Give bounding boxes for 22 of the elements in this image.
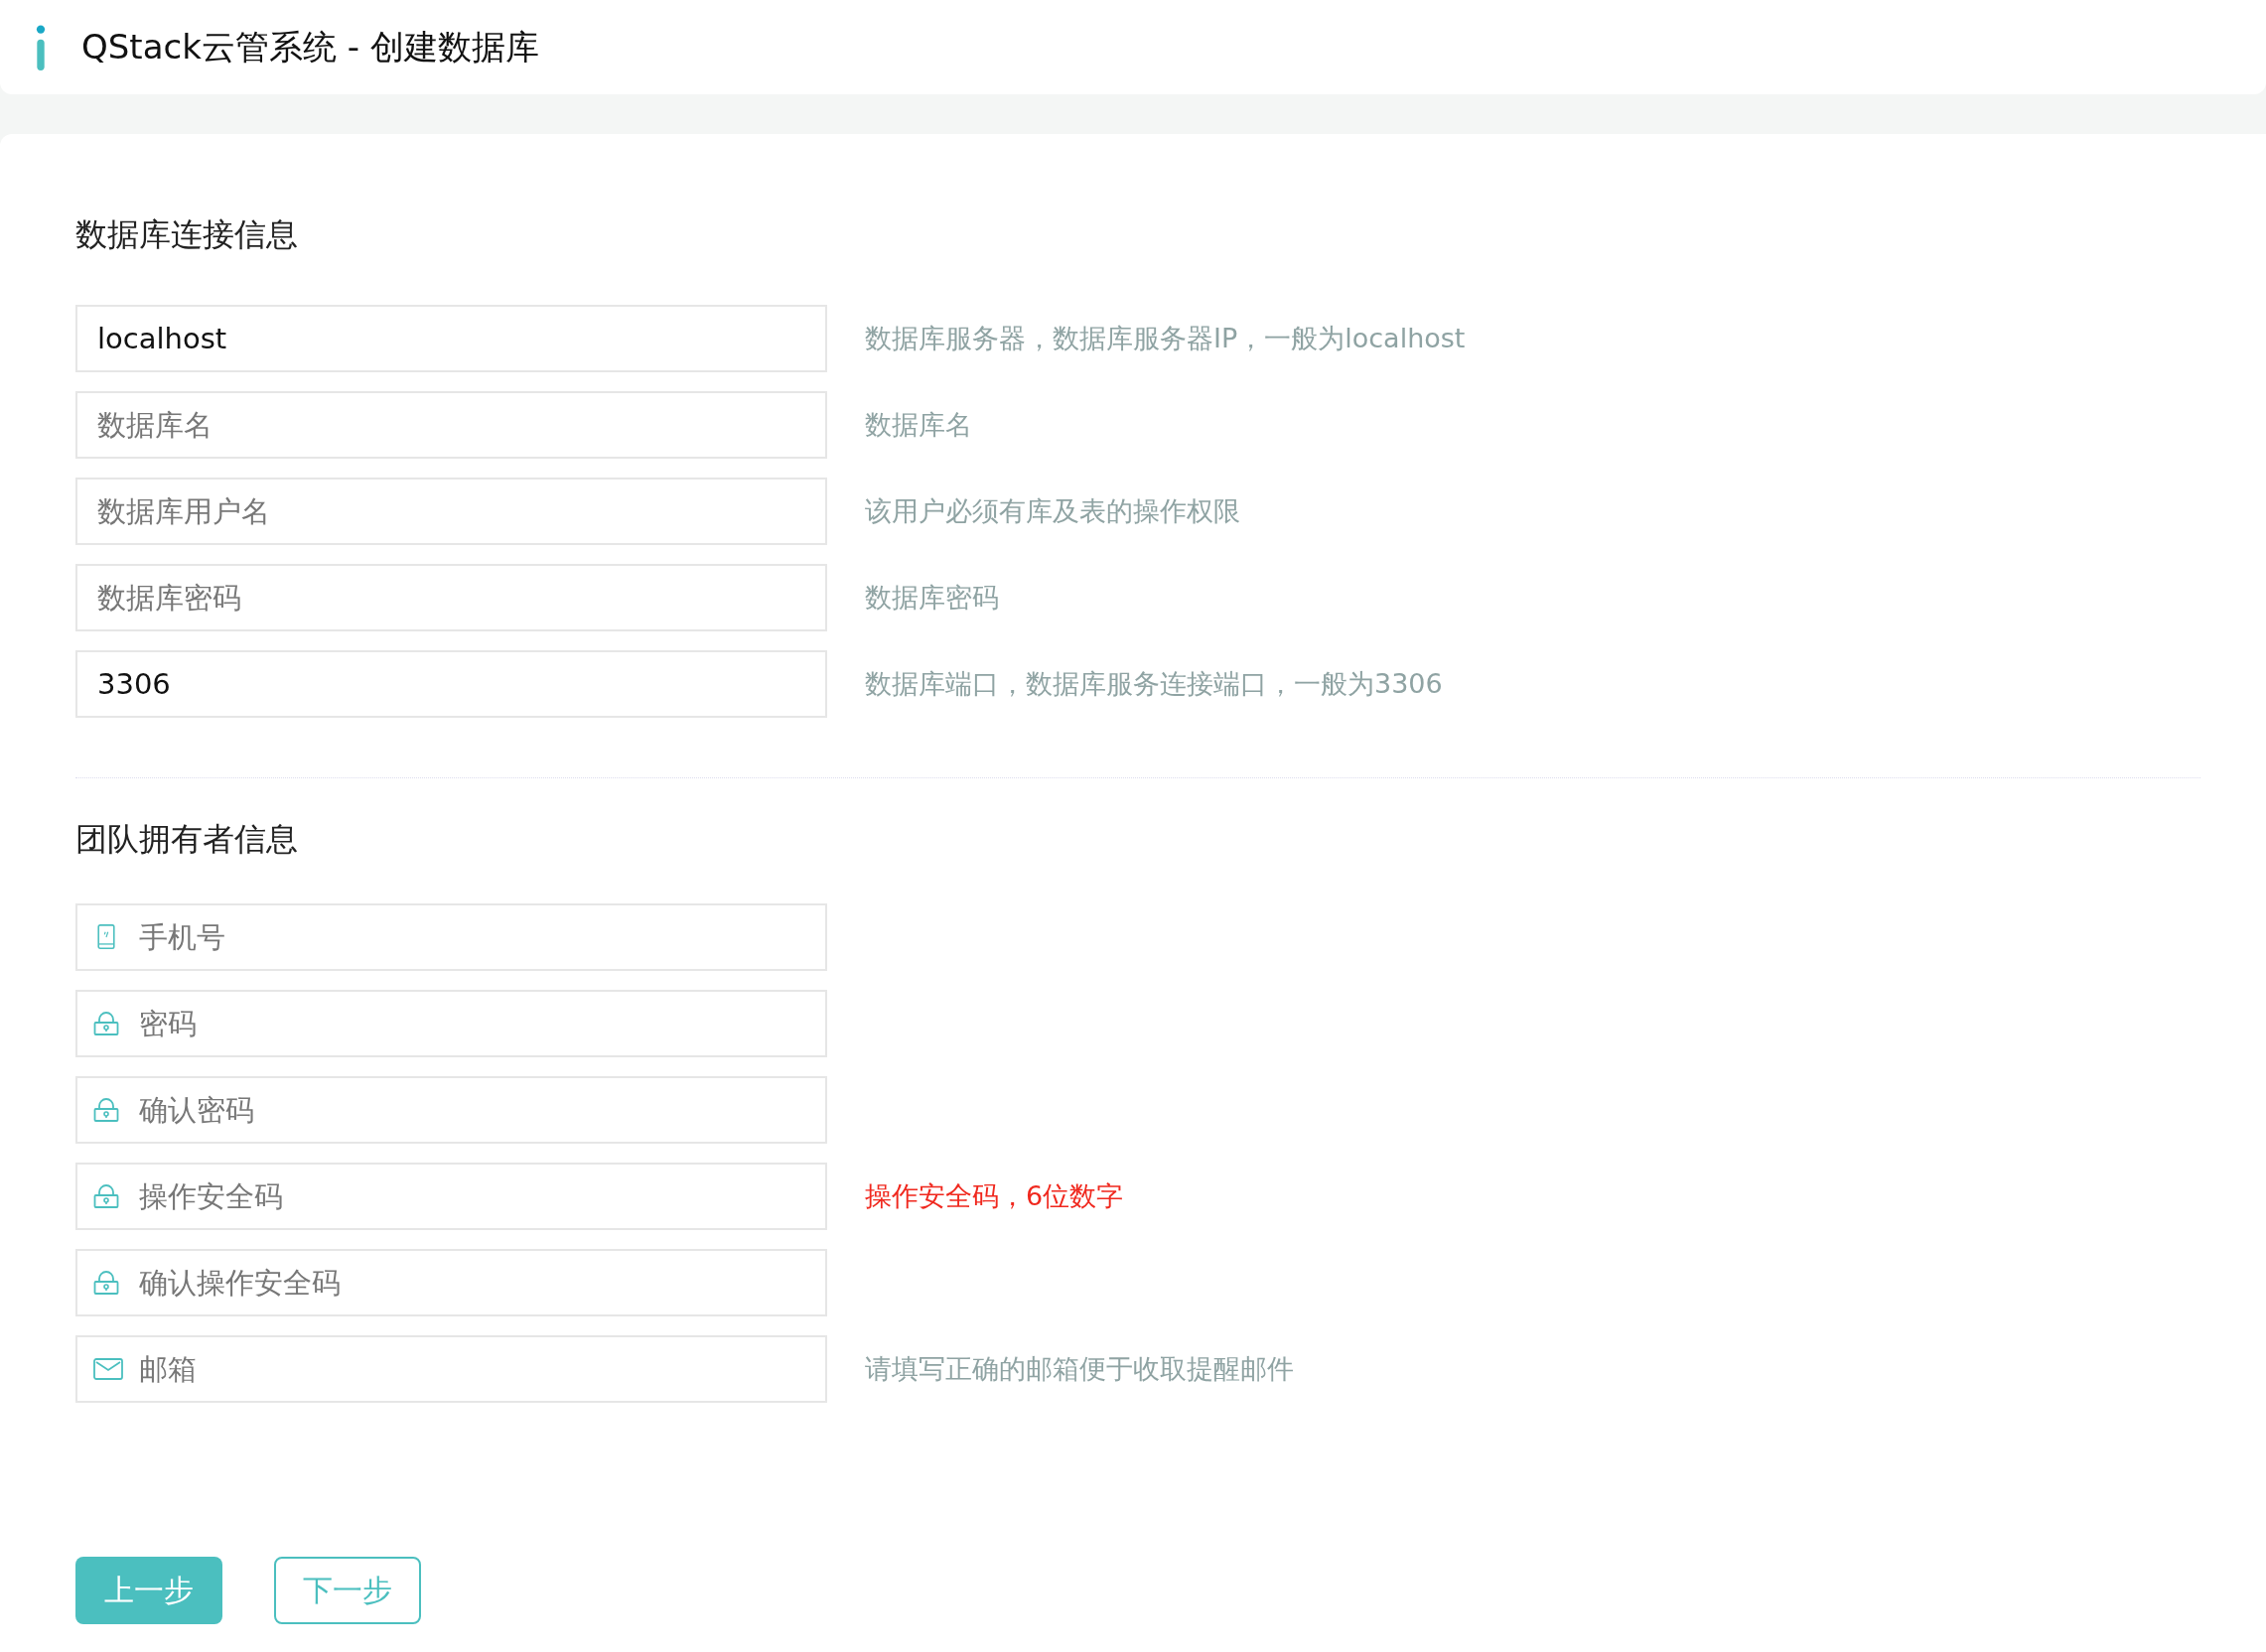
field-hint: 该用户必须有库及表的操作权限	[865, 494, 1240, 528]
input-field[interactable]: 数据库密码	[75, 564, 827, 631]
section-title: 数据库连接信息	[75, 214, 299, 255]
input-field[interactable]: localhost	[75, 305, 827, 372]
field-hint: 数据库密码	[865, 581, 999, 615]
input-field[interactable]: 数据库用户名	[75, 478, 827, 545]
info-icon	[36, 24, 46, 70]
field-hint: 数据库名	[865, 408, 972, 442]
field-hint: 数据库端口，数据库服务连接端口，一般为3306	[865, 667, 1443, 701]
input-field[interactable]: 手机号	[75, 903, 827, 971]
input-field[interactable]: 确认操作安全码	[75, 1249, 827, 1316]
page-title: QStack云管系统 - 创建数据库	[81, 25, 539, 69]
input-field[interactable]: 3306	[75, 650, 827, 718]
input-field[interactable]: 密码	[75, 990, 827, 1057]
input-field[interactable]: 操作安全码	[75, 1163, 827, 1230]
input-field[interactable]: 邮箱	[75, 1335, 827, 1403]
section-title: 团队拥有者信息	[75, 819, 299, 860]
input-field[interactable]: 数据库名	[75, 391, 827, 459]
field-hint: 操作安全码，6位数字	[865, 1179, 1124, 1213]
input-field[interactable]: 确认密码	[75, 1076, 827, 1144]
field-hint: 请填写正确的邮箱便于收取提醒邮件	[865, 1352, 1294, 1386]
field-hint: 数据库服务器，数据库服务器IP，一般为localhost	[865, 322, 1466, 355]
